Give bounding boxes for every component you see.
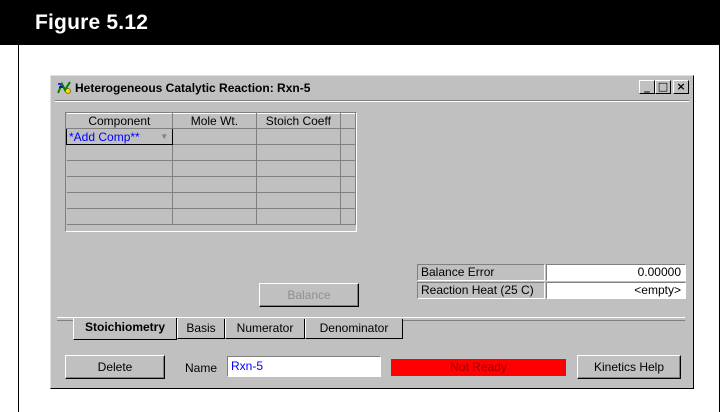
close-icon: × <box>676 80 686 93</box>
tab-denominator[interactable]: Denominator <box>305 319 403 339</box>
column-header-mole-wt[interactable]: Mole Wt. <box>172 113 257 129</box>
balance-button[interactable]: Balance <box>259 283 359 307</box>
maximize-icon: □ <box>657 80 669 93</box>
table-cell[interactable] <box>172 176 257 193</box>
table-row <box>66 192 356 209</box>
table-cell[interactable] <box>66 176 174 193</box>
tab-numerator[interactable]: Numerator <box>225 319 305 339</box>
spacer-cell <box>340 144 356 161</box>
spacer-cell <box>340 208 356 225</box>
table-cell[interactable] <box>66 208 174 225</box>
table-cell[interactable] <box>256 208 342 225</box>
delete-button[interactable]: Delete <box>65 355 165 379</box>
table-cell[interactable] <box>256 192 342 209</box>
table-row <box>66 160 356 177</box>
table-cell[interactable] <box>172 192 257 209</box>
table-cell[interactable] <box>66 160 174 177</box>
status-indicator: Not Ready <box>391 359 566 376</box>
name-label: Name <box>185 361 218 375</box>
balance-error-value: 0.00000 <box>546 264 686 281</box>
spacer-cell <box>340 160 356 177</box>
tab-stoichiometry[interactable]: Stoichiometry <box>73 318 177 340</box>
component-grid[interactable]: Component Mole Wt. Stoich Coeff *Add Com… <box>65 112 357 232</box>
figure-header: Figure 5.12 <box>0 0 720 45</box>
name-input[interactable]: Rxn-5 <box>227 356 381 377</box>
mole-wt-cell[interactable] <box>172 128 257 145</box>
window-title: Heterogeneous Catalytic Reaction: Rxn-5 <box>75 81 311 95</box>
table-header-row: Component Mole Wt. Stoich Coeff <box>66 113 356 129</box>
component-table: Component Mole Wt. Stoich Coeff *Add Com… <box>65 113 356 225</box>
table-cell[interactable] <box>66 192 174 209</box>
add-component-cell[interactable]: *Add Comp** ▼ <box>65 128 174 145</box>
figure-title: Figure 5.12 <box>35 11 149 34</box>
column-header-component[interactable]: Component <box>66 113 174 129</box>
balance-error-label: Balance Error <box>417 264 545 281</box>
table-cell[interactable] <box>172 144 257 161</box>
balance-error-row: Balance Error 0.00000 <box>417 264 687 282</box>
table-cell[interactable] <box>172 208 257 225</box>
tab-basis[interactable]: Basis <box>177 319 225 339</box>
table-row <box>66 208 356 225</box>
title-separator <box>55 100 689 102</box>
table-cell[interactable] <box>66 144 174 161</box>
balance-properties: Balance Error 0.00000 Reaction Heat (25 … <box>417 264 687 302</box>
add-component-text: *Add Comp** <box>69 129 140 144</box>
maximize-button[interactable]: □ <box>655 80 671 94</box>
dropdown-arrow-icon[interactable]: ▼ <box>160 132 168 141</box>
column-header-spacer <box>340 113 356 129</box>
table-row <box>66 176 356 193</box>
table-cell[interactable] <box>172 160 257 177</box>
spacer-cell <box>340 128 356 145</box>
reaction-heat-value: <empty> <box>546 282 686 299</box>
minimize-icon: _ <box>644 80 650 93</box>
table-cell[interactable] <box>256 160 342 177</box>
close-button[interactable]: × <box>673 80 689 94</box>
kinetics-help-button[interactable]: Kinetics Help <box>577 355 681 379</box>
reaction-heat-row: Reaction Heat (25 C) <empty> <box>417 282 687 300</box>
reaction-heat-label: Reaction Heat (25 C) <box>417 282 545 299</box>
table-cell[interactable] <box>256 176 342 193</box>
title-bar[interactable]: Heterogeneous Catalytic Reaction: Rxn-5 … <box>53 78 691 98</box>
reaction-app-icon <box>57 81 71 95</box>
figure-frame-left <box>18 45 19 412</box>
table-cell[interactable] <box>256 144 342 161</box>
stoich-coeff-cell[interactable] <box>256 128 342 145</box>
table-row: *Add Comp** ▼ <box>65 128 356 145</box>
column-header-stoich-coeff[interactable]: Stoich Coeff <box>256 113 342 129</box>
spacer-cell <box>340 176 356 193</box>
table-row <box>66 144 356 161</box>
reaction-window: Heterogeneous Catalytic Reaction: Rxn-5 … <box>50 75 694 389</box>
spacer-cell <box>340 192 356 209</box>
minimize-button[interactable]: _ <box>639 80 655 94</box>
